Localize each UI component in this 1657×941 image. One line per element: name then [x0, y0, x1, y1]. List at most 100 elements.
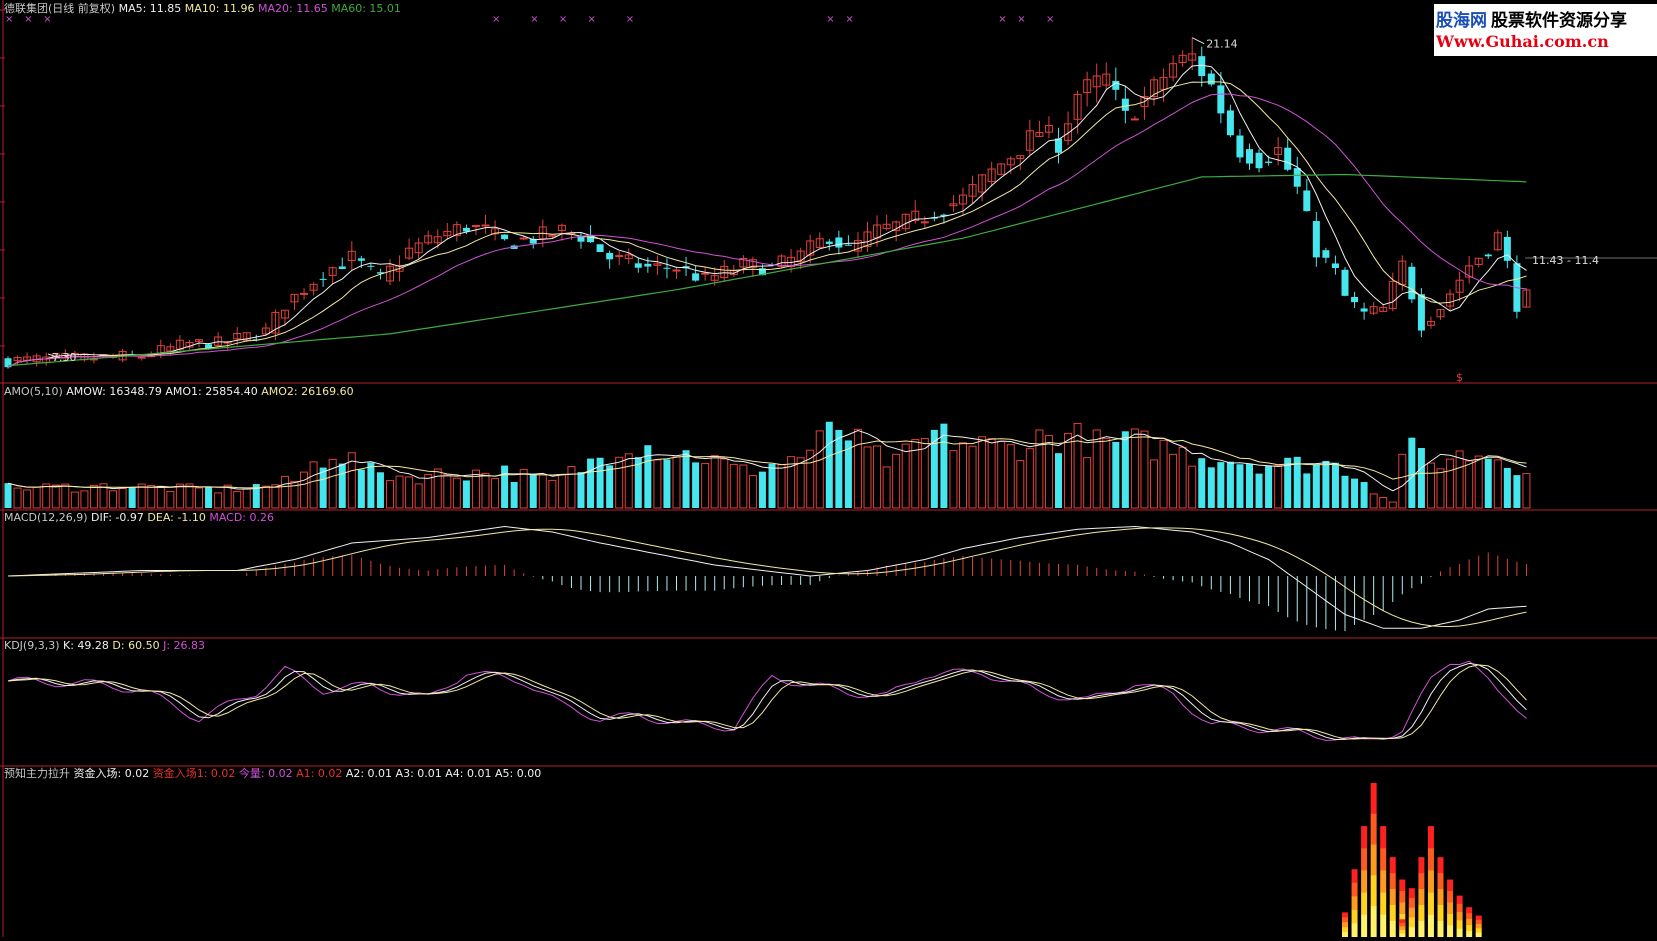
candle [338, 257, 346, 270]
candle-body [319, 278, 327, 280]
amo-bar [1322, 460, 1330, 508]
candle [452, 221, 461, 242]
fund-bar-segment [1380, 826, 1387, 849]
signal-mark: $ [1456, 371, 1463, 384]
fund-bar-segment [1342, 917, 1348, 923]
candle [1169, 55, 1178, 82]
top-marker: × [24, 14, 32, 25]
macd-legend-item: DIF: -0.97 [91, 511, 147, 524]
candle-body [1322, 250, 1330, 258]
candle [319, 272, 327, 287]
amo-bar [462, 480, 470, 508]
candle [491, 220, 500, 241]
fund-bar-segment [1370, 783, 1377, 815]
candle-body [1226, 110, 1234, 136]
candle [825, 239, 833, 251]
candle [1044, 116, 1053, 139]
amo-bar [424, 474, 433, 509]
top-marker: × [998, 14, 1006, 25]
dif-line [7, 525, 1527, 629]
candle [1025, 119, 1034, 155]
fund-bar-segment [1418, 889, 1425, 906]
fund-bar-segment [1370, 906, 1377, 938]
amo-bar [1484, 458, 1492, 508]
candle [1484, 253, 1492, 259]
amo-bar [949, 450, 958, 509]
high-pointer [1191, 37, 1205, 45]
amo-bar [901, 443, 910, 509]
amo-bar [233, 490, 242, 509]
fund-legend-item: A3: 0.01 [396, 767, 446, 780]
amo-bar [1360, 482, 1368, 508]
amo-bars [4, 421, 1531, 509]
fund-bar-segment [1456, 895, 1463, 905]
amo-bar [118, 487, 127, 509]
fund-bar-segment [1418, 857, 1425, 874]
amo-bar [1388, 501, 1397, 509]
fund-bar-segment [1342, 932, 1348, 938]
amo-bar [376, 472, 384, 508]
fund-bar-segment [1427, 870, 1434, 894]
top-marker: × [530, 14, 538, 25]
amo-bar [1083, 457, 1092, 509]
main-legend-item: MA20: 11.65 [258, 2, 331, 15]
candle-body [1121, 98, 1129, 111]
candle [1130, 115, 1139, 121]
amo-legend-item: AMO2: 26169.60 [261, 385, 353, 398]
candle-body [663, 267, 671, 269]
top-marker: × [559, 14, 567, 25]
low-price-label: 7.30 [52, 351, 77, 364]
candle [529, 236, 537, 249]
candle [1455, 271, 1464, 302]
fund-legend-item: A4: 0.01 [445, 767, 495, 780]
fund-legend-item: A1: 0.02 [296, 767, 346, 780]
candle [1035, 120, 1044, 137]
fund-bar-segment [1370, 844, 1377, 876]
candle [1360, 302, 1368, 320]
amo-bar [1055, 453, 1062, 508]
macd-panel-title: MACD(12,26,9) [4, 511, 91, 524]
candle-body [1360, 308, 1368, 312]
amo-bar [748, 475, 757, 509]
candle [892, 220, 901, 242]
amo-bar [997, 440, 1006, 509]
candle [634, 258, 642, 273]
amo-bar [1312, 464, 1320, 508]
fund-bar-segment [1475, 932, 1482, 938]
candle-body [606, 252, 614, 260]
candle [1217, 71, 1225, 124]
watermark-slogan: 股票软件资源分享 [1491, 11, 1627, 31]
amo-bar [280, 475, 289, 509]
amo-bar [13, 487, 22, 509]
fund-bars [1342, 783, 1482, 938]
fund-bar-segment [1437, 905, 1444, 922]
fund-legend: 预知主力拉升 资金入场: 0.02 资金入场1: 0.02 今量: 0.02 A… [4, 766, 541, 780]
main-legend-item: MA60: 15.01 [331, 2, 401, 15]
chart-canvas: × × × × × × × × × × × × × 21.14 7.30 11.43 - 11.4 $ 德联集团(… [0, 0, 1657, 938]
candle [137, 354, 146, 361]
fund-bar-segment [1351, 909, 1358, 924]
fund-bar-segment [1380, 914, 1387, 938]
kdj-k-line [7, 662, 1527, 741]
candle [1322, 247, 1330, 264]
amo-bar [978, 436, 987, 509]
amo-bar [1331, 462, 1339, 508]
fund-bar-segment [1466, 919, 1473, 926]
candle [1331, 255, 1339, 275]
amo-bar [300, 471, 309, 509]
amo-bar [205, 487, 213, 508]
amo-bar [1446, 458, 1455, 509]
amo-bar [1522, 473, 1531, 509]
amo-bar [1341, 475, 1349, 508]
candle [949, 195, 958, 212]
amo-bar [663, 459, 671, 508]
candle [796, 247, 805, 270]
amo-bar [386, 480, 394, 509]
amo-bar [42, 483, 51, 509]
candle [290, 293, 299, 310]
candle-body [1217, 85, 1225, 114]
watermark-logo-top: 股海网 股票软件资源分享 [1436, 6, 1627, 31]
fund-bar-segment [1437, 921, 1444, 938]
amo-bar [1436, 468, 1445, 509]
candle [214, 332, 223, 347]
